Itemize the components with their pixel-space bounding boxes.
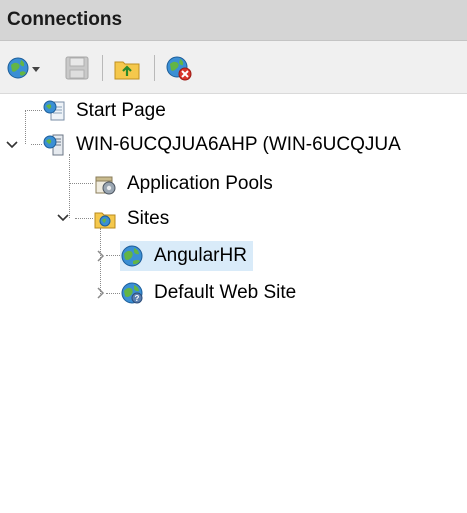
website-globe-icon — [121, 245, 143, 267]
sites-folder-icon — [94, 212, 116, 229]
svg-text:?: ? — [135, 294, 140, 303]
tree-node-site-default-web-site[interactable]: ? Default Web Site — [120, 278, 300, 308]
server-collapse-toggle[interactable] — [5, 138, 19, 152]
website-globe-icon: ? — [121, 282, 143, 304]
tree-connector — [106, 293, 120, 294]
disconnect-button[interactable] — [165, 55, 195, 81]
tree-node-label: AngularHR — [154, 245, 247, 266]
server-icon — [43, 134, 64, 156]
sites-collapse-toggle[interactable] — [56, 211, 70, 225]
chevron-down-icon — [6, 141, 18, 149]
chevron-right-icon — [97, 250, 105, 262]
connections-tree: Start Page WIN-6UCQJUA6AHP (WIN-6UCQJUA … — [0, 94, 467, 513]
up-folder-button[interactable] — [113, 55, 143, 81]
tree-node-label: Start Page — [76, 100, 166, 121]
tree-node-server[interactable]: WIN-6UCQJUA6AHP (WIN-6UCQJUA — [42, 130, 405, 160]
toolbar-separator — [102, 55, 103, 81]
connections-header: Connections — [0, 0, 467, 41]
tree-node-label: WIN-6UCQJUA6AHP (WIN-6UCQJUA — [76, 134, 401, 155]
tree-connector — [25, 110, 42, 111]
toolbar-separator — [154, 55, 155, 81]
chevron-down-icon — [57, 214, 69, 222]
tree-node-sites[interactable]: Sites — [93, 204, 173, 234]
chevron-right-icon — [97, 287, 105, 299]
tree-connector — [69, 154, 70, 218]
tree-node-label: Application Pools — [127, 173, 273, 194]
connect-button[interactable] — [6, 55, 42, 81]
tree-connector — [31, 144, 42, 145]
selection-highlight: AngularHR — [120, 241, 253, 271]
tree-node-label: Sites — [127, 208, 170, 229]
connect-icon — [7, 57, 40, 79]
tree-connector — [75, 218, 93, 219]
start-page-icon — [43, 100, 65, 121]
up-folder-icon — [114, 61, 140, 80]
application-pools-icon — [95, 176, 116, 195]
tree-connector — [25, 110, 26, 144]
tree-node-site-angularhr[interactable]: AngularHR — [120, 241, 253, 271]
angularhr-expand-toggle[interactable] — [93, 249, 107, 263]
save-icon — [65, 56, 89, 80]
tree-node-label: Default Web Site — [154, 282, 297, 303]
panel-title: Connections — [7, 9, 123, 30]
save-button[interactable] — [64, 55, 90, 81]
default-web-site-expand-toggle[interactable] — [93, 286, 107, 300]
connections-toolbar — [0, 41, 467, 94]
tree-node-start-page[interactable]: Start Page — [42, 96, 170, 126]
tree-node-application-pools[interactable]: Application Pools — [93, 169, 277, 199]
disconnect-icon — [166, 56, 192, 81]
tree-connector — [106, 255, 120, 256]
tree-connector — [69, 183, 93, 184]
